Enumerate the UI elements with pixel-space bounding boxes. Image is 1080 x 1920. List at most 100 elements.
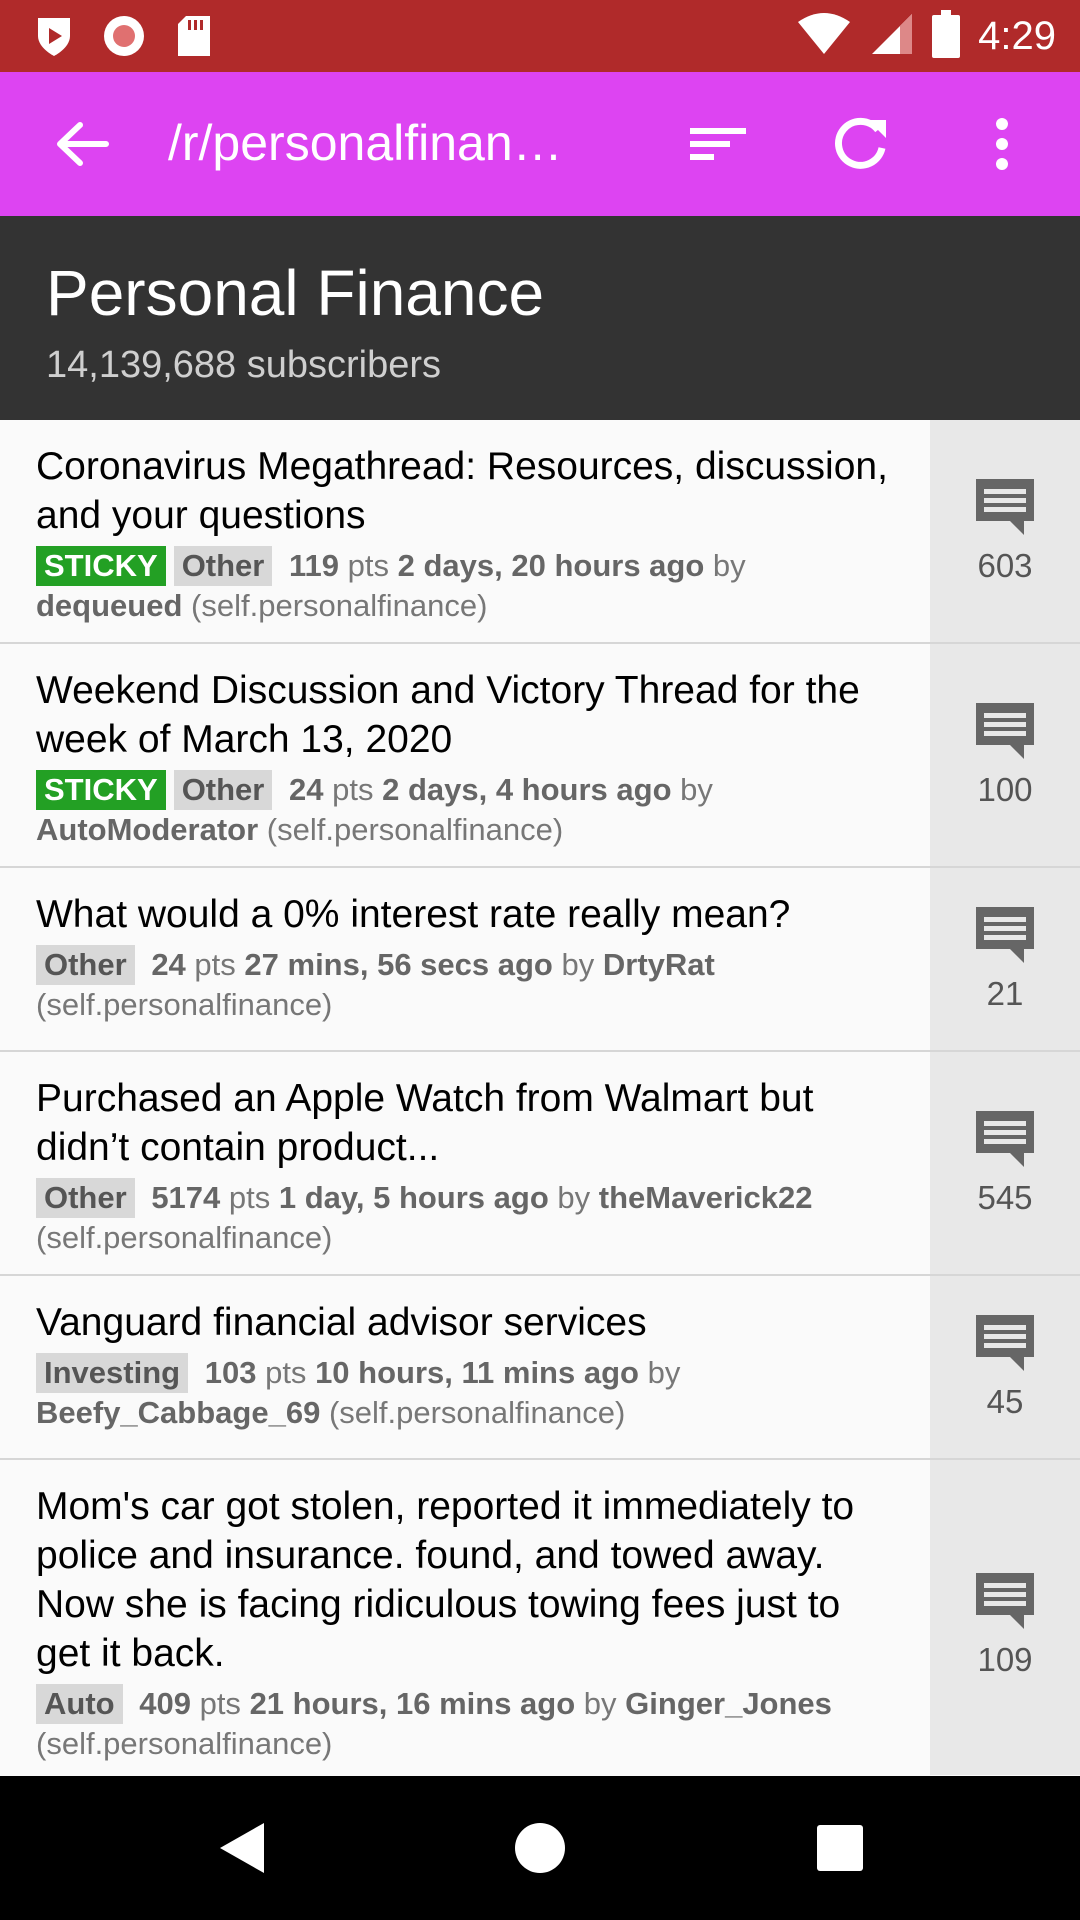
by-label: by bbox=[561, 947, 595, 982]
post-points: 5174 bbox=[151, 1180, 221, 1215]
by-label: by bbox=[647, 1355, 681, 1390]
comment-count: 21 bbox=[986, 975, 1024, 1012]
sort-icon[interactable] bbox=[686, 112, 750, 176]
post-title[interactable]: Weekend Discussion and Victory Thread fo… bbox=[36, 666, 888, 764]
post-title[interactable]: Purchased an Apple Watch from Walmart bu… bbox=[36, 1074, 888, 1172]
comment-count: 100 bbox=[977, 771, 1033, 808]
comment-icon bbox=[976, 703, 1034, 759]
post-age: 2 days, 20 hours ago bbox=[397, 548, 705, 583]
pts-label: pts bbox=[228, 1180, 271, 1215]
pts-label: pts bbox=[332, 772, 374, 807]
post-title[interactable]: What would a 0% interest rate really mea… bbox=[36, 890, 888, 939]
post-meta: STICKY Other 24 pts 2 days, 4 hours ago b… bbox=[36, 770, 888, 850]
flair-badge: Other bbox=[173, 770, 273, 810]
post-row[interactable]: Coronavirus Megathread: Resources, discu… bbox=[0, 420, 1080, 644]
back-arrow-icon[interactable] bbox=[52, 116, 112, 172]
pts-label: pts bbox=[265, 1355, 307, 1390]
post-content[interactable]: What would a 0% interest rate really mea… bbox=[0, 868, 888, 1041]
comments-button[interactable]: 603 bbox=[930, 420, 1080, 642]
by-label: by bbox=[557, 1180, 591, 1215]
refresh-icon[interactable] bbox=[830, 112, 894, 176]
home-circle-icon[interactable] bbox=[510, 1818, 570, 1878]
comment-icon bbox=[976, 907, 1034, 963]
comment-count: 109 bbox=[977, 1641, 1033, 1678]
comment-icon bbox=[976, 479, 1034, 535]
post-points: 24 bbox=[151, 947, 186, 982]
post-row[interactable]: Vanguard financial advisor services Inve… bbox=[0, 1276, 1080, 1460]
post-author[interactable]: DrtyRat bbox=[603, 947, 715, 982]
clock: 4:29 bbox=[978, 13, 1056, 58]
overflow-menu-icon[interactable] bbox=[970, 112, 1034, 176]
post-title[interactable]: Mom's car got stolen, reported it immedi… bbox=[36, 1482, 888, 1678]
comments-button[interactable]: 45 bbox=[930, 1276, 1080, 1458]
comment-count: 603 bbox=[977, 547, 1033, 584]
post-author[interactable]: Beefy_Cabbage_69 bbox=[36, 1395, 320, 1430]
back-triangle-icon[interactable] bbox=[212, 1818, 272, 1878]
recents-square-icon[interactable] bbox=[810, 1818, 870, 1878]
pts-label: pts bbox=[199, 1686, 241, 1721]
post-domain: (self.personalfinance) bbox=[36, 1220, 333, 1255]
post-age: 10 hours, 11 mins ago bbox=[315, 1355, 639, 1390]
comments-button[interactable]: 100 bbox=[930, 644, 1080, 866]
post-domain: (self.personalfinance) bbox=[266, 812, 564, 847]
flair-badge: Other bbox=[173, 546, 273, 586]
post-title[interactable]: Vanguard financial advisor services bbox=[36, 1298, 888, 1347]
post-meta: Other 5174 pts 1 day, 5 hours ago by the… bbox=[36, 1178, 888, 1258]
by-label: by bbox=[680, 772, 713, 807]
app-bar-title: /r/personalfinan… bbox=[168, 115, 563, 171]
flair-badge: Other bbox=[36, 945, 135, 985]
system-nav-bar bbox=[0, 1776, 1080, 1920]
post-points: 119 bbox=[289, 548, 340, 583]
post-list: Coronavirus Megathread: Resources, discu… bbox=[0, 420, 1080, 1775]
post-title[interactable]: Coronavirus Megathread: Resources, discu… bbox=[36, 442, 888, 540]
post-age: 2 days, 4 hours ago bbox=[382, 772, 672, 807]
status-right-icons: 4:29 bbox=[796, 0, 1056, 72]
post-content[interactable]: Vanguard financial advisor services Inve… bbox=[0, 1276, 888, 1449]
signal-icon bbox=[870, 12, 914, 61]
post-content[interactable]: Coronavirus Megathread: Resources, discu… bbox=[0, 420, 888, 642]
pts-label: pts bbox=[194, 947, 236, 982]
record-icon bbox=[102, 14, 146, 58]
post-author[interactable]: AutoModerator bbox=[36, 812, 258, 847]
comment-count: 545 bbox=[977, 1179, 1033, 1216]
post-author[interactable]: Ginger_Jones bbox=[625, 1686, 832, 1721]
post-domain: (self.personalfinance) bbox=[36, 987, 333, 1022]
comment-icon bbox=[976, 1573, 1034, 1629]
pts-label: pts bbox=[347, 548, 389, 583]
by-label: by bbox=[712, 548, 746, 583]
post-points: 24 bbox=[289, 772, 324, 807]
post-author[interactable]: dequeued bbox=[36, 588, 182, 623]
post-age: 1 day, 5 hours ago bbox=[278, 1180, 549, 1215]
post-content[interactable]: Weekend Discussion and Victory Thread fo… bbox=[0, 644, 888, 866]
post-row[interactable]: Weekend Discussion and Victory Thread fo… bbox=[0, 644, 1080, 868]
post-row[interactable]: What would a 0% interest rate really mea… bbox=[0, 868, 1080, 1052]
post-content[interactable]: Mom's car got stolen, reported it immedi… bbox=[0, 1460, 888, 1775]
post-meta: Auto 409 pts 21 hours, 16 mins ago by Gi… bbox=[36, 1684, 888, 1764]
sdcard-icon bbox=[172, 14, 216, 58]
app-bar: /r/personalfinan… bbox=[0, 72, 1080, 216]
status-left-icons bbox=[32, 14, 216, 58]
comment-icon bbox=[976, 1111, 1034, 1167]
subreddit-name: Personal Finance bbox=[46, 257, 545, 329]
subscriber-count: 14,139,688 subscribers bbox=[46, 344, 442, 386]
post-row[interactable]: Mom's car got stolen, reported it immedi… bbox=[0, 1460, 1080, 1775]
post-author[interactable]: theMaverick22 bbox=[599, 1180, 813, 1215]
play-shield-icon bbox=[32, 14, 76, 58]
battery-icon bbox=[932, 9, 961, 63]
post-meta: STICKY Other 119 pts 2 days, 20 hours ago… bbox=[36, 546, 888, 626]
post-content[interactable]: Purchased an Apple Watch from Walmart bu… bbox=[0, 1052, 888, 1274]
sticky-badge: STICKY bbox=[36, 770, 166, 810]
flair-badge: Other bbox=[36, 1178, 135, 1218]
post-meta: Investing 103 pts 10 hours, 11 mins ago … bbox=[36, 1353, 888, 1433]
comments-button[interactable]: 21 bbox=[930, 868, 1080, 1050]
comments-button[interactable]: 109 bbox=[930, 1460, 1080, 1775]
post-domain: (self.personalfinance) bbox=[191, 588, 488, 623]
post-row[interactable]: Purchased an Apple Watch from Walmart bu… bbox=[0, 1052, 1080, 1276]
comments-button[interactable]: 545 bbox=[930, 1052, 1080, 1274]
post-domain: (self.personalfinance) bbox=[328, 1395, 626, 1430]
post-points: 409 bbox=[139, 1686, 191, 1721]
comment-icon bbox=[976, 1315, 1034, 1371]
post-points: 103 bbox=[204, 1355, 257, 1390]
status-bar: 4:29 bbox=[0, 0, 1080, 72]
by-label: by bbox=[583, 1686, 617, 1721]
